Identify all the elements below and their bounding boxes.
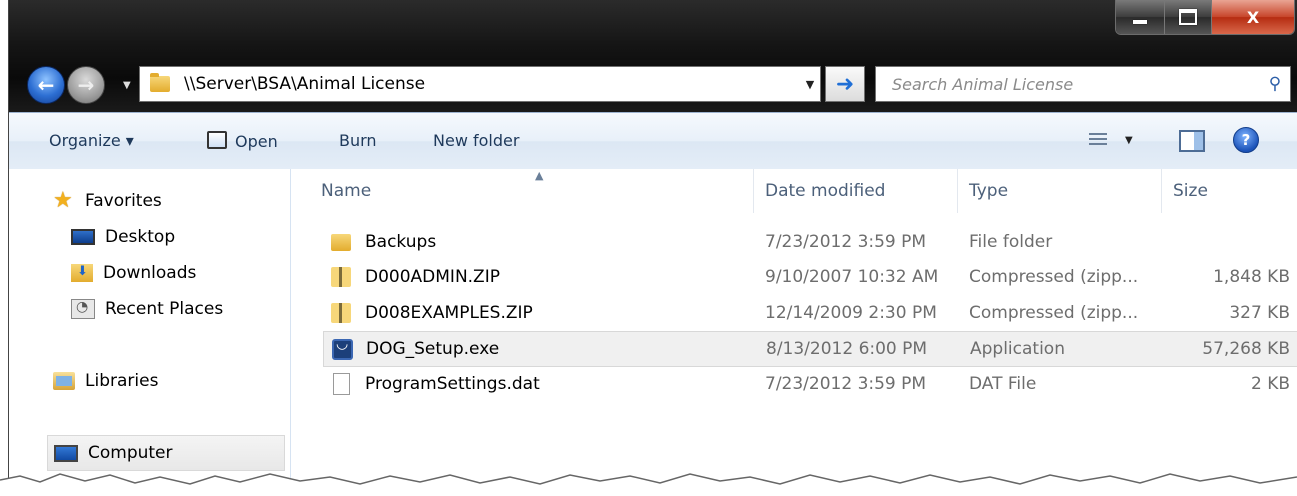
close-icon: X	[1246, 7, 1260, 27]
file-size: 57,268 KB	[1202, 339, 1290, 359]
file-row[interactable]: ProgramSettings.dat 7/23/2012 3:59 PM DA…	[323, 367, 1297, 401]
help-icon[interactable]: ?	[1233, 127, 1259, 153]
forward-arrow-icon: →	[77, 73, 95, 97]
close-button[interactable]: X	[1212, 0, 1294, 34]
file-name: Backups	[365, 232, 437, 252]
computer-icon	[54, 444, 78, 462]
file-type: Compressed (zipp...	[969, 267, 1139, 287]
file-name: DOG_Setup.exe	[366, 339, 500, 359]
nav-computer-label: Computer	[88, 443, 173, 463]
column-divider[interactable]	[1161, 169, 1162, 213]
nav-item-label: Recent Places	[105, 299, 224, 319]
title-bar: X ← → ▼ \\Server\BSA\Animal License ▼ ➜ …	[9, 0, 1297, 112]
file-row[interactable]: Backups 7/23/2012 3:59 PM File folder	[323, 225, 1297, 259]
file-row[interactable]: D000ADMIN.ZIP 9/10/2007 10:32 AM Compres…	[323, 260, 1297, 294]
nav-libraries-label: Libraries	[85, 371, 159, 391]
open-label: Open	[235, 132, 278, 151]
nav-item-desktop[interactable]: Desktop	[71, 227, 175, 247]
column-divider[interactable]	[753, 169, 754, 213]
column-header-name[interactable]: Name	[321, 169, 751, 213]
zip-icon	[331, 267, 351, 287]
desktop-icon	[71, 229, 95, 245]
navigation-pane: ★ Favorites Desktop Downloads Recent Pla…	[9, 169, 291, 496]
address-path[interactable]: \\Server\BSA\Animal License	[184, 74, 800, 94]
nav-item-label: Downloads	[103, 263, 197, 283]
maximize-icon	[1179, 9, 1197, 25]
recent-places-icon	[71, 299, 95, 319]
file-row[interactable]: D008EXAMPLES.ZIP 12/14/2009 2:30 PM Comp…	[323, 296, 1297, 330]
new-folder-button[interactable]: New folder	[433, 131, 519, 150]
burn-button[interactable]: Burn	[339, 131, 377, 150]
change-view-icon[interactable]	[1089, 133, 1107, 147]
column-header-date[interactable]: Date modified	[765, 169, 885, 213]
address-bar[interactable]: \\Server\BSA\Animal License ▼	[139, 66, 821, 102]
nav-libraries[interactable]: Libraries	[53, 371, 158, 391]
window-controls: X	[1115, 0, 1295, 35]
minimize-icon	[1133, 20, 1147, 24]
maximize-button[interactable]	[1165, 0, 1212, 34]
recent-pages-dropdown[interactable]: ▼	[123, 80, 131, 91]
search-icon[interactable]: ⚲	[1260, 74, 1290, 94]
file-name: D000ADMIN.ZIP	[365, 267, 500, 287]
organize-button[interactable]: Organize ▾	[49, 131, 134, 150]
file-date: 9/10/2007 10:32 AM	[765, 267, 939, 287]
file-size: 2 KB	[1250, 374, 1290, 394]
search-box[interactable]: ⚲	[875, 66, 1291, 102]
star-icon: ★	[53, 188, 73, 213]
folder-icon	[150, 73, 170, 92]
column-header-type[interactable]: Type	[969, 169, 1008, 213]
go-arrow-icon: ➜	[835, 71, 855, 97]
nav-favorites[interactable]: ★ Favorites	[53, 188, 162, 213]
content-area: ★ Favorites Desktop Downloads Recent Pla…	[9, 169, 1297, 496]
search-input[interactable]	[890, 73, 1260, 95]
back-button[interactable]: ←	[27, 66, 65, 104]
open-button[interactable]: Open	[207, 131, 278, 151]
go-button[interactable]: ➜	[825, 66, 865, 102]
file-list: ▲ Name Date modified Type Size Backups 7…	[291, 169, 1297, 496]
file-row-selected[interactable]: DOG_Setup.exe 8/13/2012 6:00 PM Applicat…	[323, 331, 1297, 367]
file-date: 12/14/2009 2:30 PM	[765, 303, 937, 323]
view-options-dropdown[interactable]: ▼	[1125, 135, 1133, 146]
file-size: 327 KB	[1229, 303, 1290, 323]
nav-favorites-label: Favorites	[85, 191, 162, 211]
explorer-window: X ← → ▼ \\Server\BSA\Animal License ▼ ➜ …	[8, 0, 1297, 496]
file-name: D008EXAMPLES.ZIP	[365, 303, 533, 323]
nav-item-recent-places[interactable]: Recent Places	[71, 299, 223, 319]
exe-icon	[332, 336, 353, 360]
zip-icon	[331, 303, 351, 323]
command-bar: Organize ▾ Open Burn New folder ▼ ?	[9, 112, 1297, 170]
file-type: Compressed (zipp...	[969, 303, 1139, 323]
back-arrow-icon: ←	[37, 73, 55, 97]
torn-edge-decoration	[0, 473, 1297, 496]
file-type: File folder	[969, 232, 1053, 252]
nav-item-downloads[interactable]: Downloads	[71, 263, 196, 283]
file-name: ProgramSettings.dat	[365, 374, 540, 394]
address-history-dropdown[interactable]: ▼	[800, 78, 820, 91]
nav-item-label: Desktop	[105, 227, 176, 247]
file-date: 7/23/2012 3:59 PM	[765, 232, 927, 252]
minimize-button[interactable]	[1116, 0, 1165, 34]
column-divider[interactable]	[957, 169, 958, 213]
file-type: Application	[970, 339, 1065, 359]
file-type: DAT File	[969, 374, 1037, 394]
forward-button[interactable]: →	[67, 66, 105, 104]
file-date: 8/13/2012 6:00 PM	[766, 339, 928, 359]
libraries-icon	[53, 372, 75, 390]
folder-icon	[331, 234, 351, 251]
file-date: 7/23/2012 3:59 PM	[765, 374, 927, 394]
column-header-size[interactable]: Size	[1173, 169, 1208, 213]
open-icon	[207, 131, 227, 149]
downloads-icon	[71, 264, 93, 282]
file-size: 1,848 KB	[1213, 267, 1290, 287]
preview-pane-icon[interactable]	[1179, 130, 1205, 152]
file-icon	[333, 373, 350, 395]
